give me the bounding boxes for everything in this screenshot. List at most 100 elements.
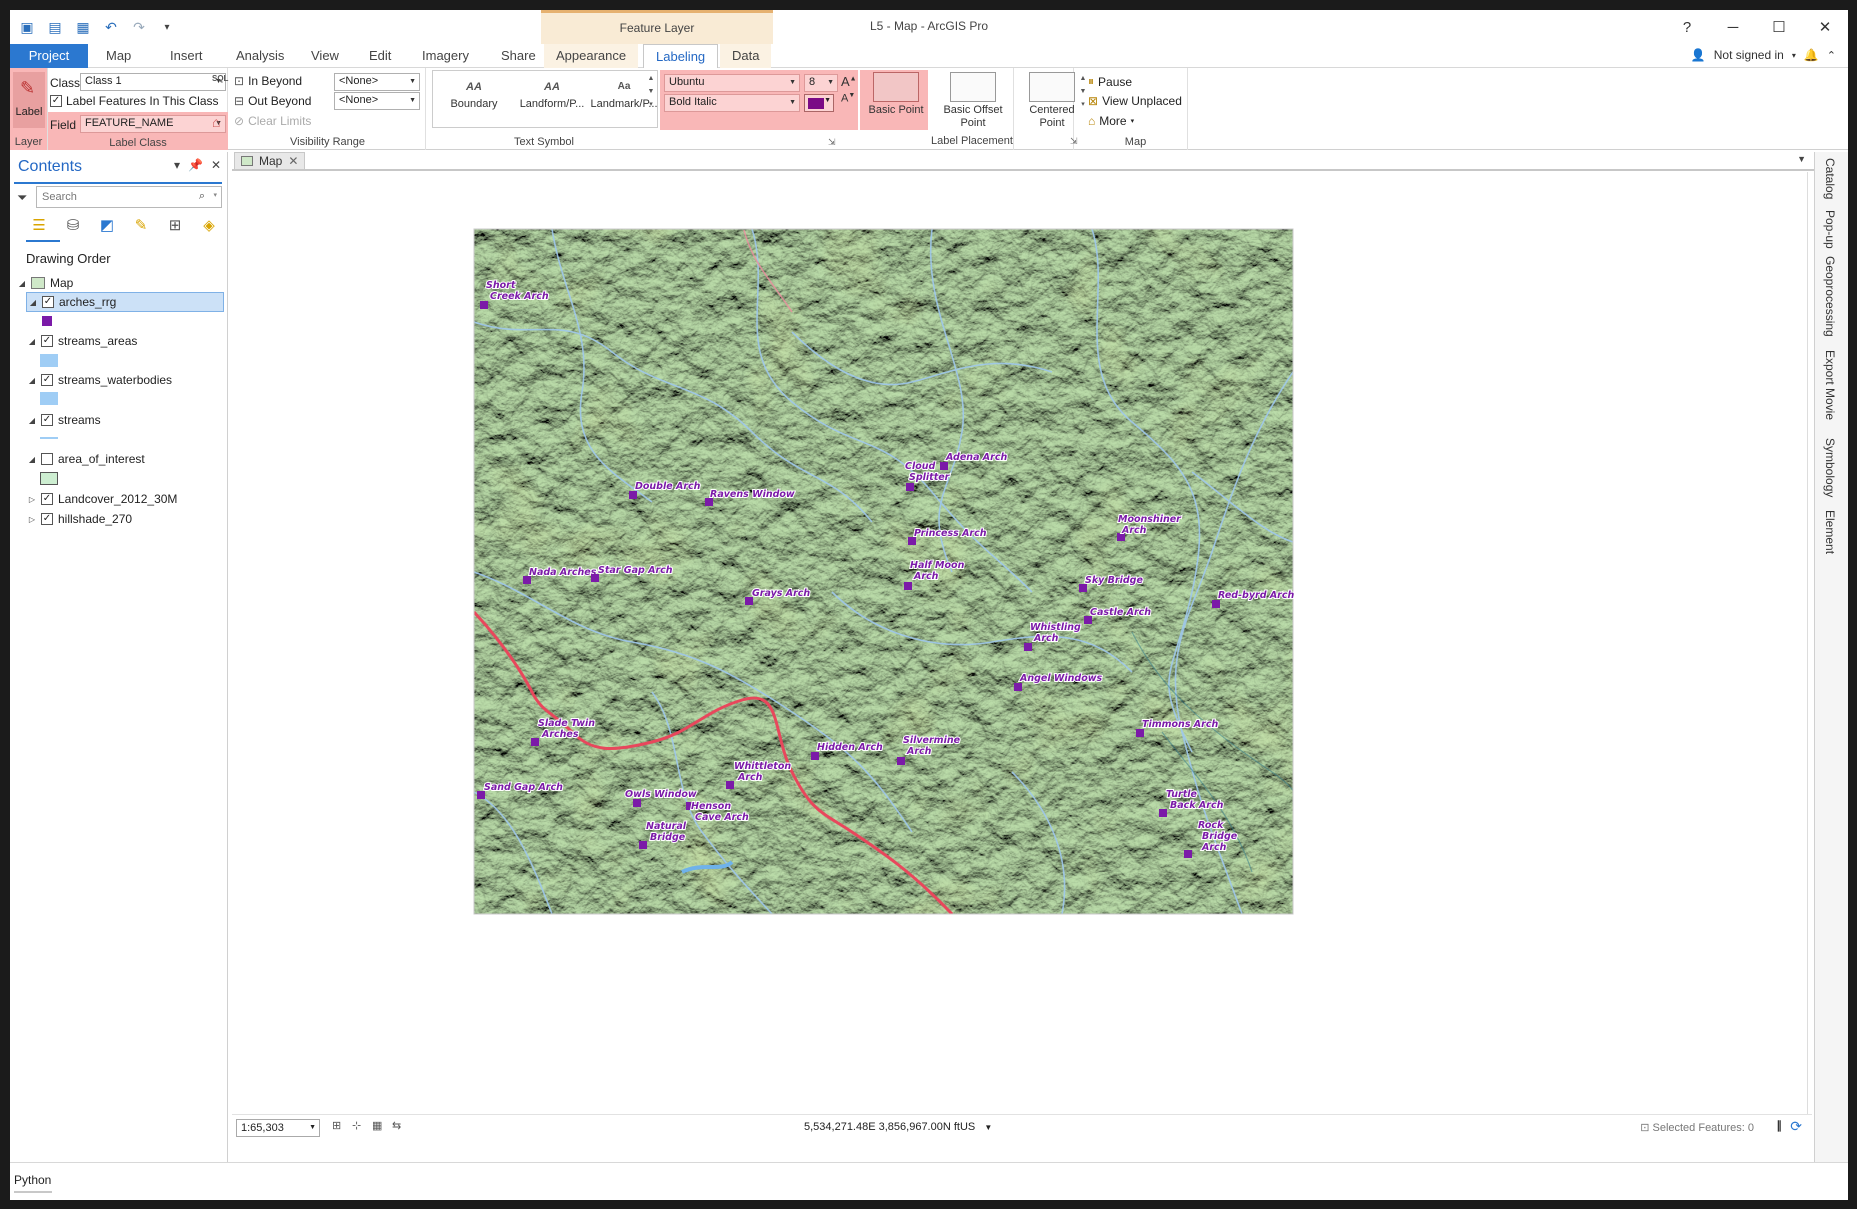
class-dropdown[interactable]: Class 1 ▼ (80, 73, 226, 91)
refresh-icon[interactable]: ⟳ (1790, 1118, 1802, 1135)
font-style-dropdown[interactable]: Bold Italic ▼ (664, 94, 800, 112)
label-features-checkbox[interactable]: ✓ (50, 95, 62, 107)
tab-view[interactable]: View (299, 44, 351, 68)
label-toggle-button[interactable]: ✎ Label (13, 72, 45, 128)
dock-tab-export-movie[interactable]: Export Movie (1823, 350, 1837, 420)
layer-visibility-checkbox[interactable]: ✓ (41, 493, 53, 505)
font-size-dropdown[interactable]: 8 ▼ (804, 74, 838, 92)
collapse-icon[interactable]: ◢ (26, 455, 38, 464)
arch-point-turtle-back-arch[interactable] (1159, 809, 1167, 817)
open-project-icon[interactable]: ▤ (44, 16, 66, 38)
layer-row-arches[interactable]: ◢ ✓ arches_rrg (26, 292, 224, 312)
python-window-tab[interactable]: Python (14, 1173, 51, 1187)
field-dropdown[interactable]: FEATURE_NAME ▼ (80, 115, 226, 133)
filter-icon[interactable]: ⏷ (17, 190, 27, 206)
scale-dropdown[interactable]: 1:65,303 ▼ (236, 1119, 320, 1137)
close-icon[interactable]: ✕ (288, 154, 298, 168)
layer-row-landcover[interactable]: ▷ ✓ Landcover_2012_30M (26, 489, 240, 509)
arch-point-adena-arch[interactable] (940, 462, 948, 470)
arches-symbol[interactable] (42, 316, 52, 326)
arch-point-whistling-arch[interactable] (1024, 643, 1032, 651)
layer-row-area-of-interest[interactable]: ◢ area_of_interest (26, 449, 240, 469)
map-view-tab[interactable]: Map ✕ (234, 152, 306, 170)
placement-basic-point[interactable]: Basic Point (860, 72, 932, 130)
search-icon[interactable]: ⌕ (199, 190, 205, 203)
layer-visibility-checkbox[interactable] (41, 453, 53, 465)
increase-font-size-icon[interactable]: A▲ (841, 74, 857, 89)
snapping-icon[interactable]: ⊞ (162, 212, 188, 238)
label-features-row[interactable]: ✓ Label Features In This Class (50, 94, 219, 108)
layer-visibility-checkbox[interactable]: ✓ (42, 296, 54, 308)
navigator-icon[interactable]: ⇆ (392, 1119, 401, 1132)
sql-icon[interactable]: SQL (212, 74, 228, 83)
label-placement-launcher-icon[interactable]: ⇲ (1070, 136, 1078, 147)
layer-row-streams[interactable]: ◢ ✓ streams (26, 410, 240, 430)
font-name-dropdown[interactable]: Ubuntu ▼ (664, 74, 800, 92)
tab-edit[interactable]: Edit (357, 44, 403, 68)
expression-icon[interactable]: ⌂ (212, 114, 220, 130)
expand-icon[interactable]: ▷ (26, 495, 38, 504)
placement-basic-offset-point[interactable]: Basic Offset Point (931, 72, 1015, 130)
customize-qat-icon[interactable]: ▾ (156, 16, 178, 38)
data-source-icon[interactable]: ⛁ (60, 212, 86, 238)
expand-icon[interactable]: ◢ (16, 279, 28, 288)
tab-project[interactable]: Project (10, 44, 88, 68)
arch-point-short-creek-arch[interactable] (480, 301, 488, 309)
area-of-interest-symbol[interactable] (40, 472, 58, 485)
drawing-order-icon[interactable]: ☰ (26, 212, 52, 238)
new-project-icon[interactable]: ▣ (16, 16, 38, 38)
tab-map[interactable]: Map (94, 44, 143, 68)
tab-share[interactable]: Share (489, 44, 548, 68)
layer-row-hillshade[interactable]: ▷ ✓ hillshade_270 (26, 509, 240, 529)
more-button[interactable]: ⌂ More ▾ (1088, 114, 1134, 128)
layer-visibility-checkbox[interactable]: ✓ (41, 374, 53, 386)
decrease-font-size-icon[interactable]: A▼ (841, 92, 855, 105)
arch-point-double-arch[interactable] (629, 491, 637, 499)
arch-point-hidden-arch[interactable] (811, 752, 819, 760)
arch-point-angel-windows[interactable] (1014, 683, 1022, 691)
collapse-icon[interactable]: ◢ (26, 337, 38, 346)
out-beyond-button[interactable]: ⊟ Out Beyond (234, 94, 311, 108)
dock-tab-catalog[interactable]: Catalog (1823, 158, 1837, 199)
in-beyond-button[interactable]: ⊡ In Beyond (234, 74, 302, 88)
collapse-ribbon-icon[interactable]: ⌃ (1827, 49, 1836, 62)
expand-icon[interactable]: ▷ (26, 515, 38, 524)
collapse-icon[interactable]: ◢ (27, 298, 39, 307)
pause-drawing-icon[interactable]: ∥ (1777, 1119, 1783, 1132)
contents-search-input[interactable]: Search ⌕ ▾ (36, 186, 222, 208)
arch-point-red-byrd-arch[interactable] (1212, 600, 1220, 608)
tab-imagery[interactable]: Imagery (410, 44, 481, 68)
chevron-down-icon[interactable]: ▾ (1792, 51, 1796, 60)
map-node[interactable]: ◢ Map (16, 273, 230, 293)
grid-icon[interactable]: ▦ (372, 1119, 382, 1132)
tab-labeling[interactable]: Labeling (643, 44, 719, 69)
layer-row-streams-areas[interactable]: ◢ ✓ streams_areas (26, 331, 240, 351)
pane-menu-icon[interactable]: ▾ (174, 158, 180, 172)
gallery-landform[interactable]: AA Landform/P... (512, 72, 592, 130)
pin-icon[interactable]: 📌 (188, 158, 203, 172)
arch-point-timmons-arch[interactable] (1136, 729, 1144, 737)
editing-icon[interactable]: ✎ (128, 212, 154, 238)
close-button[interactable]: ✕ (1802, 10, 1848, 44)
arch-point-rock-bridge-arch[interactable] (1184, 850, 1192, 858)
tab-insert[interactable]: Insert (158, 44, 215, 68)
pause-button[interactable]: ⏸ Pause (1088, 74, 1132, 89)
undo-icon[interactable]: ↶ (100, 16, 122, 38)
layer-visibility-checkbox[interactable]: ✓ (41, 414, 53, 426)
fixed-zoom-icon[interactable]: ⊞ (332, 1119, 341, 1132)
arch-point-natural-bridge[interactable] (639, 841, 647, 849)
sign-in-status[interactable]: Not signed in (1714, 48, 1784, 62)
save-project-icon[interactable]: ▦ (72, 16, 94, 38)
streams-waterbodies-symbol[interactable] (40, 392, 58, 405)
gallery-scroll[interactable]: ▲ ▼ ▾ (646, 72, 656, 126)
view-unplaced-button[interactable]: ⊠ View Unplaced (1088, 94, 1182, 108)
layer-visibility-checkbox[interactable]: ✓ (41, 513, 53, 525)
maximize-button[interactable]: ☐ (1756, 10, 1802, 44)
in-beyond-scale-dropdown[interactable]: <None> ▼ (334, 73, 420, 91)
streams-symbol[interactable] (40, 437, 58, 439)
tab-appearance[interactable]: Appearance (544, 44, 639, 68)
selected-features-count[interactable]: ⊡ Selected Features: 0 (1640, 1121, 1754, 1134)
map-canvas[interactable]: Short Creek Arch Double Arch Ravens Window C… (232, 172, 1808, 1114)
tab-data[interactable]: Data (720, 44, 772, 68)
out-beyond-scale-dropdown[interactable]: <None> ▼ (334, 92, 420, 110)
